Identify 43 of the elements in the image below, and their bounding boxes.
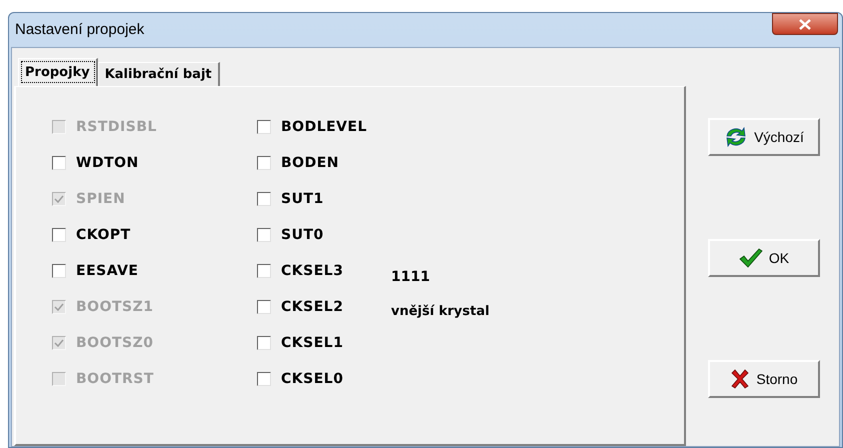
fuse-label: SUT1 [281, 190, 324, 208]
fuse-label: BODEN [281, 154, 339, 172]
tab[interactable]: Kalibrační bajt [98, 62, 220, 86]
fuse-label: SPIEN [76, 190, 126, 208]
fuse-label: RSTDISBL [76, 118, 157, 136]
checkbox[interactable] [52, 264, 66, 278]
clock-description: vnější krystal [391, 303, 490, 321]
fuse-label: BOOTSZ1 [76, 298, 154, 316]
fuse-label: CKSEL0 [281, 370, 344, 388]
dialog-button[interactable]: Storno [708, 360, 820, 398]
fuse-label: SUT0 [281, 226, 324, 244]
check-icon [54, 302, 64, 312]
fuse-label: CKOPT [76, 226, 131, 244]
check-icon [54, 338, 64, 348]
fuse-label: CKSEL3 [281, 262, 344, 280]
refresh-icon [724, 126, 748, 148]
checkbox[interactable] [257, 336, 271, 350]
checkbox[interactable] [257, 120, 271, 134]
checkbox[interactable] [257, 156, 271, 170]
checkbox[interactable] [257, 300, 271, 314]
clock-value: 1111 [391, 268, 431, 287]
checkmark-icon [738, 248, 763, 268]
checkbox[interactable] [257, 372, 271, 386]
fuse-label: BOOTRST [76, 370, 154, 388]
checkbox[interactable] [52, 228, 66, 242]
dialog-button[interactable]: OK [708, 239, 820, 277]
fuse-label: BOOTSZ0 [76, 334, 154, 352]
close-button[interactable] [772, 13, 838, 35]
checkbox[interactable] [257, 264, 271, 278]
check-icon [54, 194, 64, 204]
dialog-button[interactable]: Výchozí [708, 118, 820, 156]
fuse-label: CKSEL1 [281, 334, 344, 352]
checkbox[interactable] [52, 156, 66, 170]
fuse-label: CKSEL2 [281, 298, 344, 316]
fuse-label: EESAVE [76, 262, 138, 280]
close-icon [799, 18, 811, 30]
fuse-label: BODLEVEL [281, 118, 367, 136]
checkbox[interactable] [257, 228, 271, 242]
window-title: Nastavení propojek [15, 20, 144, 40]
cross-icon [730, 369, 750, 389]
tab[interactable]: Propojky [18, 58, 98, 86]
fuse-label: WDTON [76, 154, 139, 172]
checkbox[interactable] [257, 192, 271, 206]
